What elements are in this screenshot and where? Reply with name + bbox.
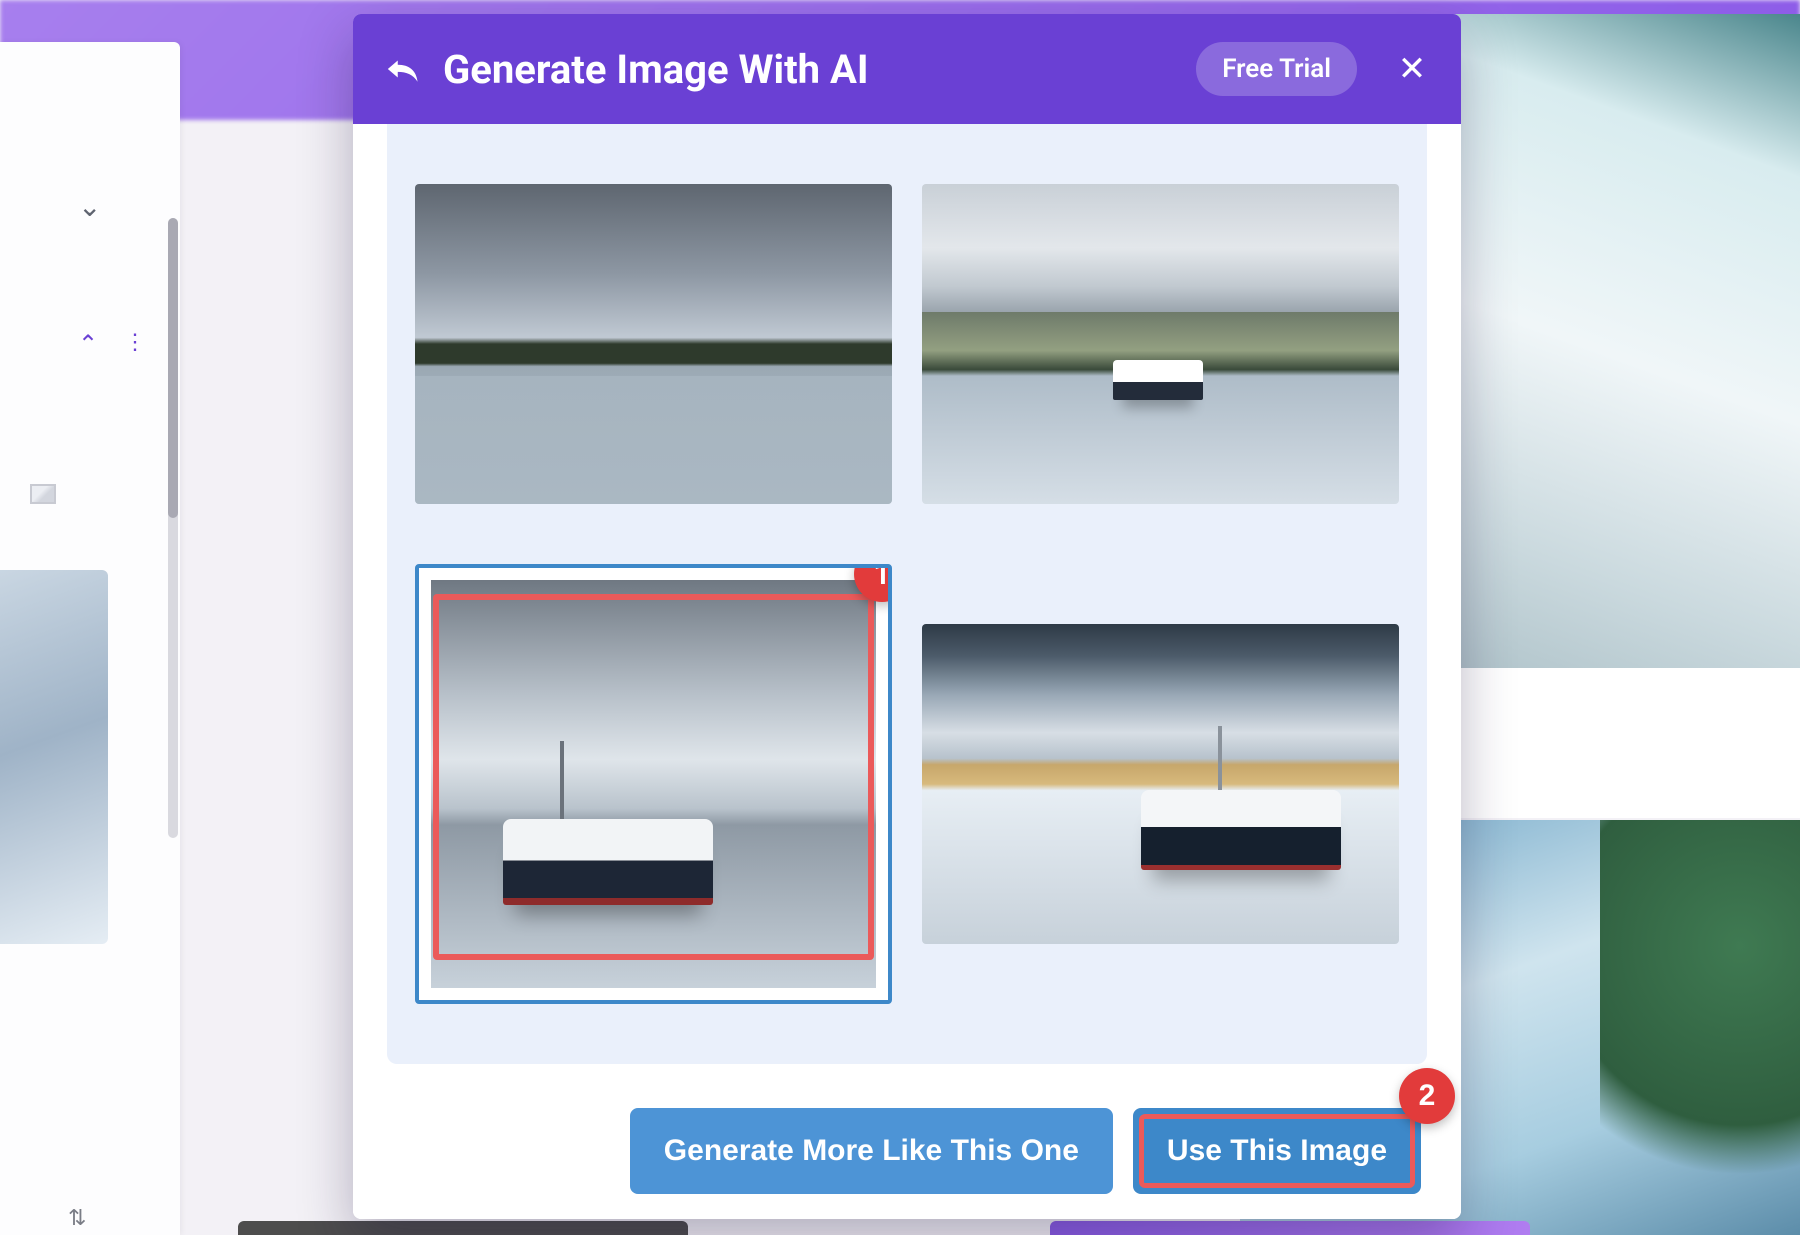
bg-footer-bar-right xyxy=(1050,1221,1530,1235)
modal-title: Generate Image With AI xyxy=(443,46,1172,93)
close-button[interactable]: ✕ xyxy=(1395,52,1429,86)
chevron-down-icon: ⌄ xyxy=(78,190,101,223)
back-button[interactable] xyxy=(385,54,419,84)
free-trial-badge[interactable]: Free Trial xyxy=(1196,42,1357,96)
use-this-image-label: Use This Image xyxy=(1167,1134,1387,1168)
modal-actions: Generate More Like This One Use This Ima… xyxy=(387,1064,1427,1194)
ai-result-3-selected[interactable]: 1 xyxy=(415,564,892,1004)
ai-result-1[interactable] xyxy=(415,184,892,504)
generate-more-button[interactable]: Generate More Like This One xyxy=(630,1108,1113,1194)
bg-footer-bar-left xyxy=(238,1221,688,1235)
generate-image-modal: Generate Image With AI Free Trial ✕ 1 xyxy=(353,14,1461,1219)
ai-result-4-image xyxy=(922,624,1399,944)
results-card: 1 xyxy=(387,124,1427,1064)
chevron-up-icon: ⌃ xyxy=(78,330,98,358)
bg-thumbnail xyxy=(0,570,108,944)
ai-result-4[interactable] xyxy=(922,624,1399,944)
stepper-icon: ⇅ xyxy=(68,1206,86,1231)
kebab-icon: ⋮ xyxy=(124,330,144,355)
modal-header: Generate Image With AI Free Trial ✕ xyxy=(353,14,1461,124)
close-icon: ✕ xyxy=(1398,54,1427,84)
results-grid: 1 xyxy=(415,184,1399,1004)
modal-body: 1 Generate More Like This One Use This I… xyxy=(353,124,1461,1219)
annotation-step-2: 2 xyxy=(1399,1068,1455,1124)
reply-arrow-icon xyxy=(385,54,419,84)
ai-result-2[interactable] xyxy=(922,184,1399,504)
ai-result-2-image xyxy=(922,184,1399,504)
bg-scrollbar-thumb[interactable] xyxy=(168,218,178,518)
use-this-image-button[interactable]: Use This Image 2 xyxy=(1133,1108,1421,1194)
ai-result-1-image xyxy=(415,184,892,504)
image-placeholder-icon xyxy=(30,484,56,504)
ai-result-3-image xyxy=(431,580,876,988)
